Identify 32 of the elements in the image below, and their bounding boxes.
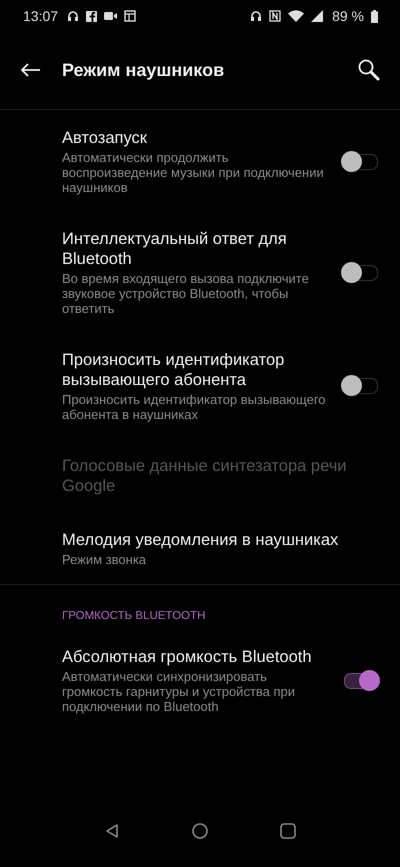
headphones-icon	[250, 10, 262, 22]
toggle-switch[interactable]	[344, 378, 378, 394]
setting-title[interactable]: Интеллектуальный ответ для Bluetooth	[62, 229, 336, 269]
toggle-switch[interactable]	[344, 672, 378, 688]
video-camera-icon	[104, 11, 118, 21]
wifi-icon	[288, 10, 304, 22]
battery-icon	[371, 10, 378, 22]
setting-description: Во время входящего вызова подключите звуковое устройство Bluetooth, чтобы ответить	[62, 271, 310, 316]
back-icon[interactable]	[104, 823, 120, 839]
signal-icon	[311, 10, 324, 22]
back-arrow-icon[interactable]	[20, 63, 40, 77]
setting-description: Режим звонка	[62, 552, 148, 567]
setting-description: Автоматически синхронизировать громкость гарнитуры и устройства при подключении по Bluetooth	[62, 669, 296, 714]
window-icon	[124, 10, 136, 22]
battery-percentage: 89 %	[332, 8, 364, 24]
home-icon[interactable]	[192, 823, 208, 839]
setting-description: Произносить идентификатор вызывающего абонента в наушниках	[62, 392, 327, 422]
setting-title[interactable]: Мелодия уведомления в наушниках	[62, 530, 378, 550]
setting-title[interactable]: Абсолютная громкость Bluetooth	[62, 647, 336, 667]
social-app-icon	[86, 10, 98, 22]
clock-time: 13:07	[23, 8, 58, 24]
toggle-switch[interactable]	[344, 154, 378, 170]
toggle-switch[interactable]	[344, 264, 378, 280]
section-header: ГРОМКОСТЬ BLUETOOTH	[61, 609, 206, 624]
nfc-icon	[269, 10, 282, 22]
headphones-icon	[67, 10, 80, 22]
search-icon[interactable]	[358, 59, 380, 81]
setting-description: Автоматически продолжить воспроизведение музыки при подключении наушников	[62, 150, 325, 195]
screen-title: Режим наушников	[62, 60, 226, 80]
setting-title[interactable]: Произносить идентификатор вызывающего абонента	[62, 350, 336, 390]
recents-icon[interactable]	[280, 823, 296, 839]
setting-title[interactable]: Автозапуск	[62, 128, 336, 148]
